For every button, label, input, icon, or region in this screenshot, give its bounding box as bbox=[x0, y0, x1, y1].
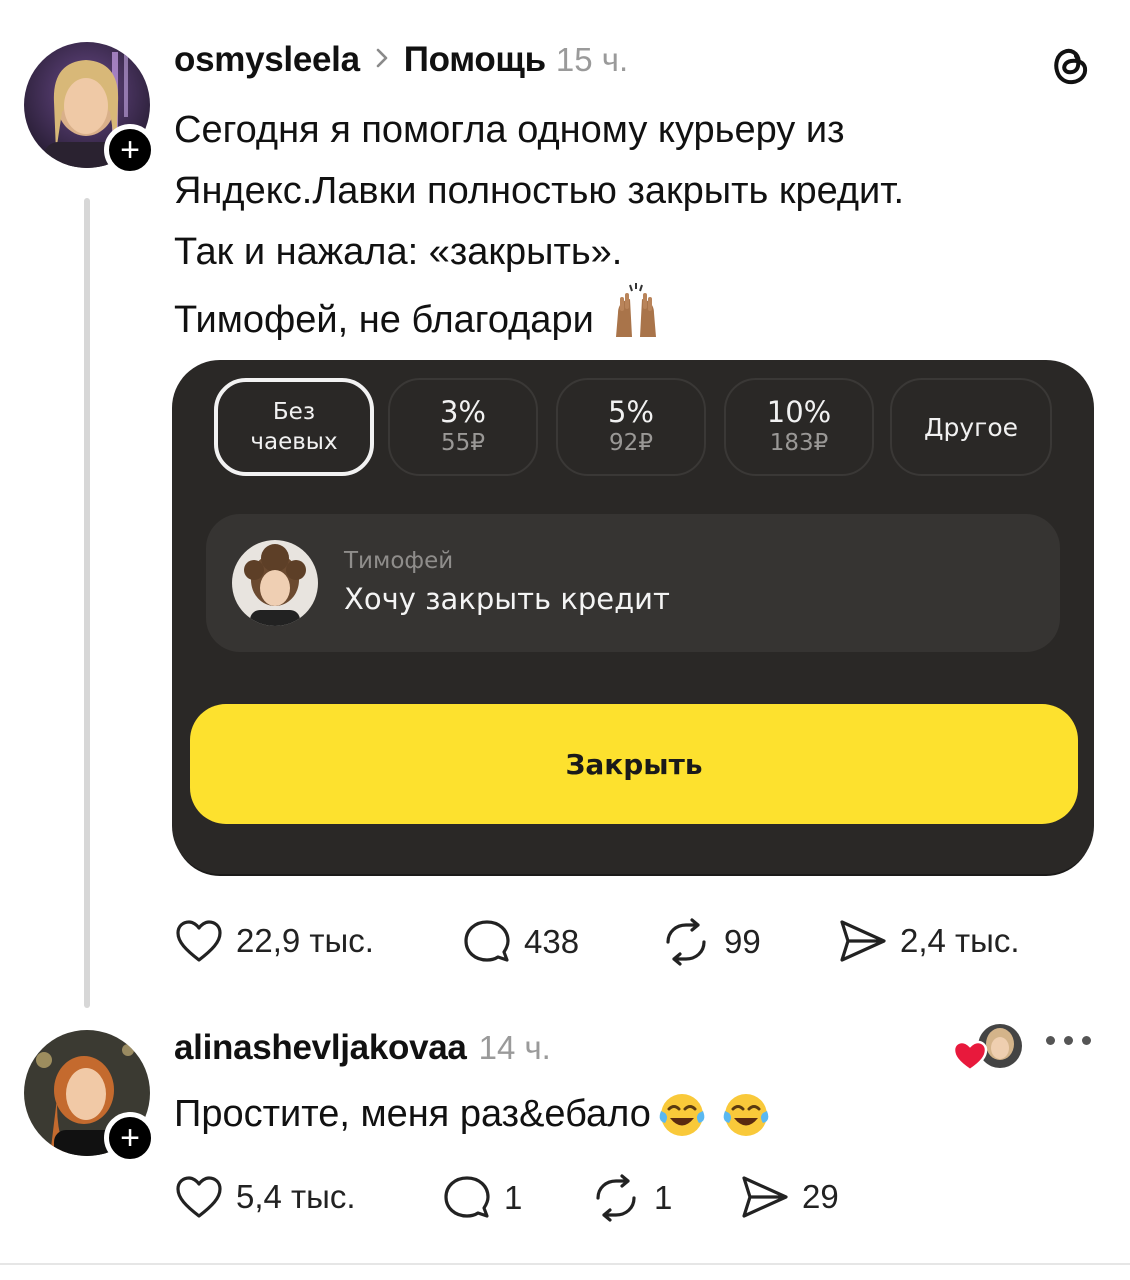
tears-of-joy-emoji-icon-2 bbox=[721, 1089, 771, 1139]
reply-body: Простите, меня раз&ебало bbox=[174, 1088, 771, 1140]
tip-none-line2: чаевых bbox=[250, 429, 338, 455]
repost-action[interactable]: 99 bbox=[660, 918, 761, 966]
raised-hands-emoji-icon bbox=[608, 283, 664, 358]
liked-by-author-indicator bbox=[952, 1024, 1024, 1074]
close-button[interactable]: Закрыть bbox=[190, 704, 1078, 824]
reply-heart-icon bbox=[174, 1174, 224, 1220]
bottom-divider bbox=[0, 1263, 1130, 1265]
repost-count: 99 bbox=[724, 923, 761, 960]
reply-like-count: 5,4 тыс. bbox=[236, 1178, 356, 1215]
reply-comment-action[interactable]: 1 bbox=[442, 1174, 522, 1222]
tip-option-5[interactable]: 5% 92₽ bbox=[556, 378, 706, 476]
reply-repost-action[interactable]: 1 bbox=[590, 1174, 672, 1222]
reply-text: Простите, меня раз&ебало bbox=[174, 1093, 651, 1135]
post-line-2: Яндекс.Лавки полностью закрыть кредит. bbox=[174, 170, 905, 212]
post-header: osmysleela Помощь 15 ч. bbox=[174, 38, 628, 82]
share-count: 2,4 тыс. bbox=[900, 922, 1020, 959]
tip-other-label: Другое bbox=[923, 412, 1018, 442]
topic-tag[interactable]: Помощь bbox=[404, 40, 546, 80]
reply-share-action[interactable]: 29 bbox=[740, 1174, 839, 1220]
tears-of-joy-emoji-icon bbox=[657, 1089, 707, 1139]
reply-send-icon bbox=[740, 1174, 790, 1220]
like-action[interactable]: 22,9 тыс. bbox=[174, 918, 374, 964]
reply-share-count: 29 bbox=[802, 1178, 839, 1215]
courier-avatar bbox=[232, 540, 318, 626]
comment-bubble-icon bbox=[462, 918, 512, 966]
like-count: 22,9 тыс. bbox=[236, 922, 374, 959]
share-action[interactable]: 2,4 тыс. bbox=[838, 918, 1020, 964]
post-line-4: Тимофей, не благодари bbox=[174, 283, 1074, 358]
more-options-icon[interactable] bbox=[1046, 1036, 1091, 1045]
tip-5-percent: 5% bbox=[607, 395, 654, 429]
follow-plus-button[interactable]: + bbox=[104, 124, 156, 176]
reply-comment-count: 1 bbox=[504, 1179, 523, 1216]
thread-connector-line bbox=[84, 198, 90, 1008]
tip-10-amount: 183₽ bbox=[769, 430, 829, 456]
reply-repost-icon bbox=[590, 1174, 642, 1222]
tip-option-none[interactable]: Без чаевых bbox=[214, 378, 374, 476]
tip-screenshot-card[interactable]: Без чаевых 3% 55₽ 5% 92₽ 10% 183₽ Другое… bbox=[172, 360, 1094, 874]
tip-3-amount: 55₽ bbox=[441, 430, 485, 456]
author-username[interactable]: osmysleela bbox=[174, 40, 360, 80]
reply-follow-plus-button[interactable]: + bbox=[104, 1112, 156, 1164]
post-line-3: Так и нажала: «закрыть». bbox=[174, 231, 623, 273]
post-line-1: Сегодня я помогла одному курьеру из bbox=[174, 109, 845, 151]
repost-icon bbox=[660, 918, 712, 966]
post-line-4-text: Тимофей, не благодари bbox=[174, 299, 594, 341]
reply-time: 14 ч. bbox=[478, 1029, 551, 1066]
comment-count: 438 bbox=[524, 923, 580, 960]
tip-option-10[interactable]: 10% 183₽ bbox=[724, 378, 874, 476]
tip-3-percent: 3% bbox=[439, 395, 486, 429]
tip-10-percent: 10% bbox=[766, 395, 832, 429]
tip-option-other[interactable]: Другое bbox=[890, 378, 1052, 476]
reply-username[interactable]: alinashevljakovaa bbox=[174, 1028, 467, 1068]
reply-comment-bubble-icon bbox=[442, 1174, 492, 1222]
tip-5-amount: 92₽ bbox=[609, 430, 653, 456]
send-icon bbox=[838, 918, 888, 964]
reply-header: alinashevljakovaa 14 ч. bbox=[174, 1026, 551, 1070]
comment-action[interactable]: 438 bbox=[462, 918, 579, 966]
tip-none-line1: Без bbox=[272, 399, 316, 425]
courier-message-text: Хочу закрыть кредит bbox=[344, 582, 670, 616]
reply-like-action[interactable]: 5,4 тыс. bbox=[174, 1174, 356, 1220]
heart-icon bbox=[174, 918, 224, 964]
courier-message-box: Тимофей Хочу закрыть кредит bbox=[206, 514, 1060, 652]
threads-logo-icon[interactable] bbox=[1046, 40, 1094, 88]
chevron-right-icon bbox=[374, 44, 390, 76]
post-time: 15 ч. bbox=[555, 41, 629, 78]
post-body: Сегодня я помогла одному курьеру из Янде… bbox=[174, 100, 1074, 358]
reply-repost-count: 1 bbox=[654, 1179, 673, 1216]
courier-name: Тимофей bbox=[344, 548, 454, 574]
tip-option-3[interactable]: 3% 55₽ bbox=[388, 378, 538, 476]
